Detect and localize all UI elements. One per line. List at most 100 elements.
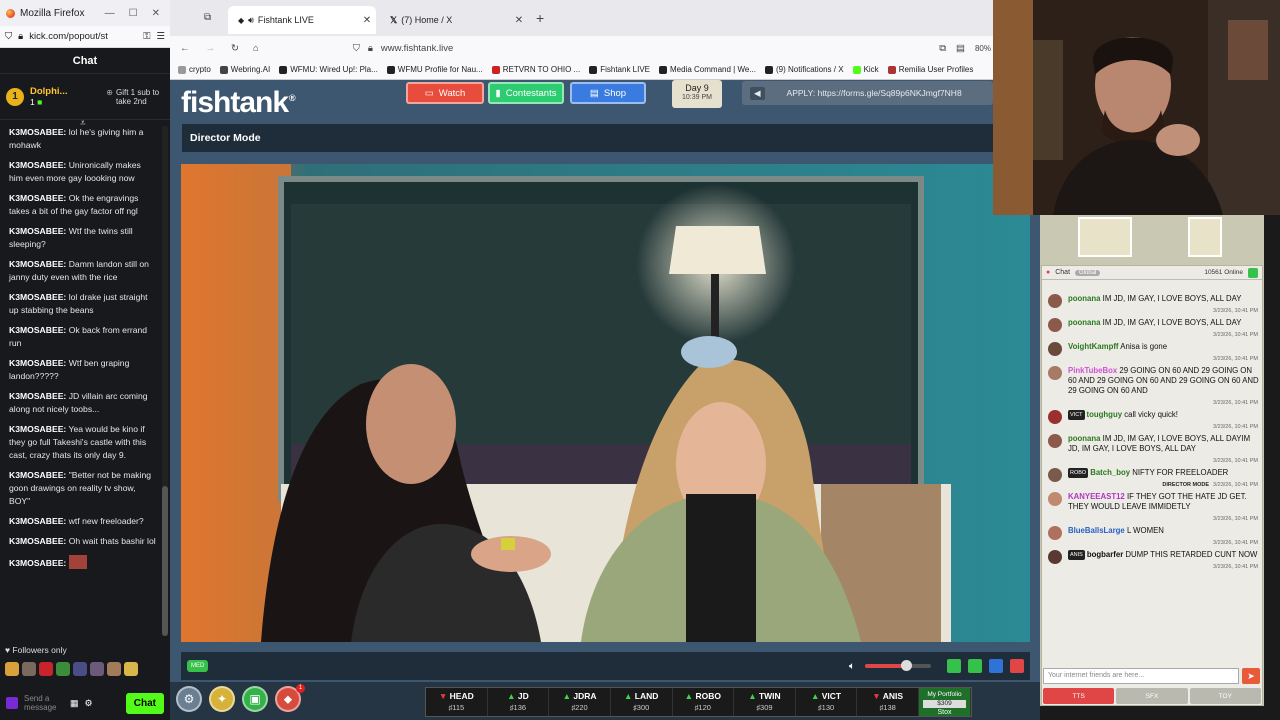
key-icon[interactable]: ⚿ <box>143 31 150 42</box>
home-icon[interactable]: ⌂ <box>253 43 259 54</box>
close-tab-icon[interactable]: ✕ <box>358 15 376 26</box>
zoom-level[interactable]: 80% <box>975 44 991 53</box>
sfx-button[interactable]: SFX <box>1116 688 1188 704</box>
kick-message-user[interactable]: K3MOSABEE: <box>9 358 66 368</box>
video-player[interactable] <box>181 164 1030 642</box>
kick-url[interactable]: kick.com/popout/st <box>29 31 137 42</box>
avatar[interactable] <box>1048 434 1062 448</box>
contestant-card[interactable] <box>1188 217 1222 257</box>
bookmark-item[interactable]: WFMU Profile for Nau... <box>386 65 483 74</box>
kick-message-user[interactable]: K3MOSABEE: <box>9 325 66 335</box>
camera-robo[interactable]: ▲ ROBO ♯120 <box>673 688 735 716</box>
quality-badge[interactable]: MED <box>187 660 209 672</box>
microphone-icon[interactable] <box>6 697 18 709</box>
site-chat-user[interactable]: poonana <box>1068 294 1101 303</box>
avatar[interactable] <box>1048 318 1062 332</box>
leader-name[interactable]: Dolphi... <box>30 86 67 97</box>
emote-icon[interactable] <box>22 662 36 676</box>
bookmark-item[interactable]: (9) Notifications / X <box>764 65 844 74</box>
kick-message-user[interactable]: K3MOSABEE: <box>9 127 66 137</box>
bookmark-item[interactable]: crypto <box>178 65 211 74</box>
settings-icon[interactable]: ⚙ <box>85 698 93 709</box>
kick-message-user[interactable]: K3MOSABEE: <box>9 226 66 236</box>
fishtank-logo[interactable]: fishtank® <box>181 86 296 120</box>
tts-button[interactable]: TTS <box>1043 688 1115 704</box>
bookmark-item[interactable]: Kick <box>852 65 879 74</box>
site-chat-user[interactable]: toughguy <box>1087 410 1123 419</box>
toy-button[interactable]: TOY <box>1189 688 1261 704</box>
camera-vict[interactable]: ▲ VICT ♯130 <box>796 688 858 716</box>
bookmark-item[interactable]: WFMU: Wired Up!: Pla... <box>279 65 378 74</box>
kick-message-user[interactable]: K3MOSABEE: <box>9 391 66 401</box>
picture-in-picture-icon[interactable]: ⧉ <box>939 43 946 54</box>
send-icon[interactable]: ➤ <box>1242 668 1260 684</box>
avatar[interactable] <box>1048 526 1062 540</box>
contestants-button[interactable]: ▮ Contestants <box>488 82 564 104</box>
site-chat-user[interactable]: poonana <box>1068 318 1101 327</box>
emote-icon[interactable] <box>124 662 138 676</box>
tab-fishtank[interactable]: ◆ 🔊︎ Fishtank LIVE ✕ <box>228 6 376 34</box>
kick-message-user[interactable]: K3MOSABEE: <box>9 470 66 480</box>
kick-message-user[interactable]: K3MOSABEE: <box>9 160 66 170</box>
back-icon[interactable]: ← <box>180 43 190 54</box>
camera-grid-icon[interactable] <box>947 659 961 673</box>
site-chat-user[interactable]: bogbarfer <box>1087 550 1123 559</box>
kick-scrollbar[interactable] <box>162 126 168 636</box>
reader-view-icon[interactable]: ▤ <box>956 43 965 54</box>
bookmark-item[interactable]: Webring.AI <box>219 65 270 74</box>
site-chat-user[interactable]: BlueBallsLarge <box>1068 526 1125 535</box>
camera-twin[interactable]: ▲ TWIN ♯309 <box>734 688 796 716</box>
volume-icon[interactable]: 🔈︎ <box>849 661 855 672</box>
site-chat-user[interactable]: PinkTubeBox <box>1068 366 1117 375</box>
menu-icon[interactable]: ☰ <box>156 31 165 42</box>
apply-banner[interactable]: ◀ APPLY: https://forms.gle/Sq89p6NKJmgf7… <box>742 81 993 105</box>
fullscreen-icon[interactable] <box>989 659 1003 673</box>
kick-message-user[interactable]: K3MOSABEE: <box>9 424 66 434</box>
user-list-icon[interactable] <box>1248 267 1258 278</box>
volume-knob[interactable] <box>900 660 912 671</box>
speaker-icon[interactable]: 🔊︎ <box>248 15 254 26</box>
gift-button[interactable]: ✦ <box>209 686 235 712</box>
emote-icon[interactable] <box>39 662 53 676</box>
avatar[interactable] <box>1048 492 1062 506</box>
site-chat-user[interactable]: KANYEEAST12 <box>1068 492 1125 501</box>
camera-jdra[interactable]: ▲ JDRA ♯220 <box>549 688 611 716</box>
camera-head[interactable]: ▼ HEAD ♯115 <box>426 688 488 716</box>
forward-icon[interactable]: → <box>206 43 216 54</box>
gift-sub-prompt[interactable]: ⊕ Gift 1 sub to take 2nd <box>106 88 164 106</box>
camera-anis[interactable]: ▼ ANIS ♯138 <box>857 688 919 716</box>
site-chat-input[interactable]: Your internet friends are here... <box>1043 668 1239 684</box>
kick-message-user[interactable]: K3MOSABEE: <box>9 259 66 269</box>
emote-icon[interactable] <box>56 662 70 676</box>
emote-icon[interactable] <box>90 662 104 676</box>
kick-message-user[interactable]: K3MOSABEE: <box>9 292 66 302</box>
new-tab-button[interactable]: + <box>536 10 544 26</box>
chat-scope-toggle[interactable]: Global <box>1075 269 1101 276</box>
emote-icon[interactable] <box>5 662 19 676</box>
tab-list-icon[interactable]: ⧉ <box>204 12 211 23</box>
camera-land[interactable]: ▲ LAND ♯300 <box>611 688 673 716</box>
minimize-icon[interactable]: — <box>105 8 115 19</box>
shield-icon[interactable]: ⛉ <box>353 43 360 54</box>
kick-message-user[interactable]: K3MOSABEE: <box>9 536 66 546</box>
collapse-icon[interactable]: ◀ <box>750 86 765 100</box>
avatar[interactable] <box>1048 410 1062 424</box>
shield-icon[interactable]: ⛉ <box>5 31 12 42</box>
apply-link[interactable]: APPLY: https://forms.gle/Sq89p6NKJmgf7NH… <box>787 88 962 98</box>
avatar[interactable] <box>1048 468 1062 482</box>
site-chat-user[interactable]: Batch_boy <box>1090 468 1130 477</box>
bookmark-item[interactable]: RETVRN TO OHIO ... <box>491 65 580 74</box>
chat-send-button[interactable]: Chat <box>125 692 164 714</box>
clip-button[interactable]: ▣ <box>242 686 268 712</box>
watch-button[interactable]: ▭ Watch <box>406 82 484 104</box>
tab-x-home[interactable]: 𝕏 (7) Home / X ✕ <box>380 6 528 34</box>
kick-message-user[interactable]: K3MOSABEE: <box>9 193 66 203</box>
volume-slider[interactable] <box>865 660 931 671</box>
portfolio-button[interactable]: My Portfolio $309 Stox <box>919 688 971 716</box>
reload-icon[interactable]: ↻ <box>231 43 239 54</box>
shop-button[interactable]: ▤ Shop <box>570 82 646 104</box>
record-icon[interactable] <box>1010 659 1024 673</box>
kick-message-user[interactable]: K3MOSABEE: <box>9 558 66 568</box>
avatar[interactable] <box>1048 366 1062 380</box>
bookmark-item[interactable]: Remilia User Profiles <box>887 65 973 74</box>
